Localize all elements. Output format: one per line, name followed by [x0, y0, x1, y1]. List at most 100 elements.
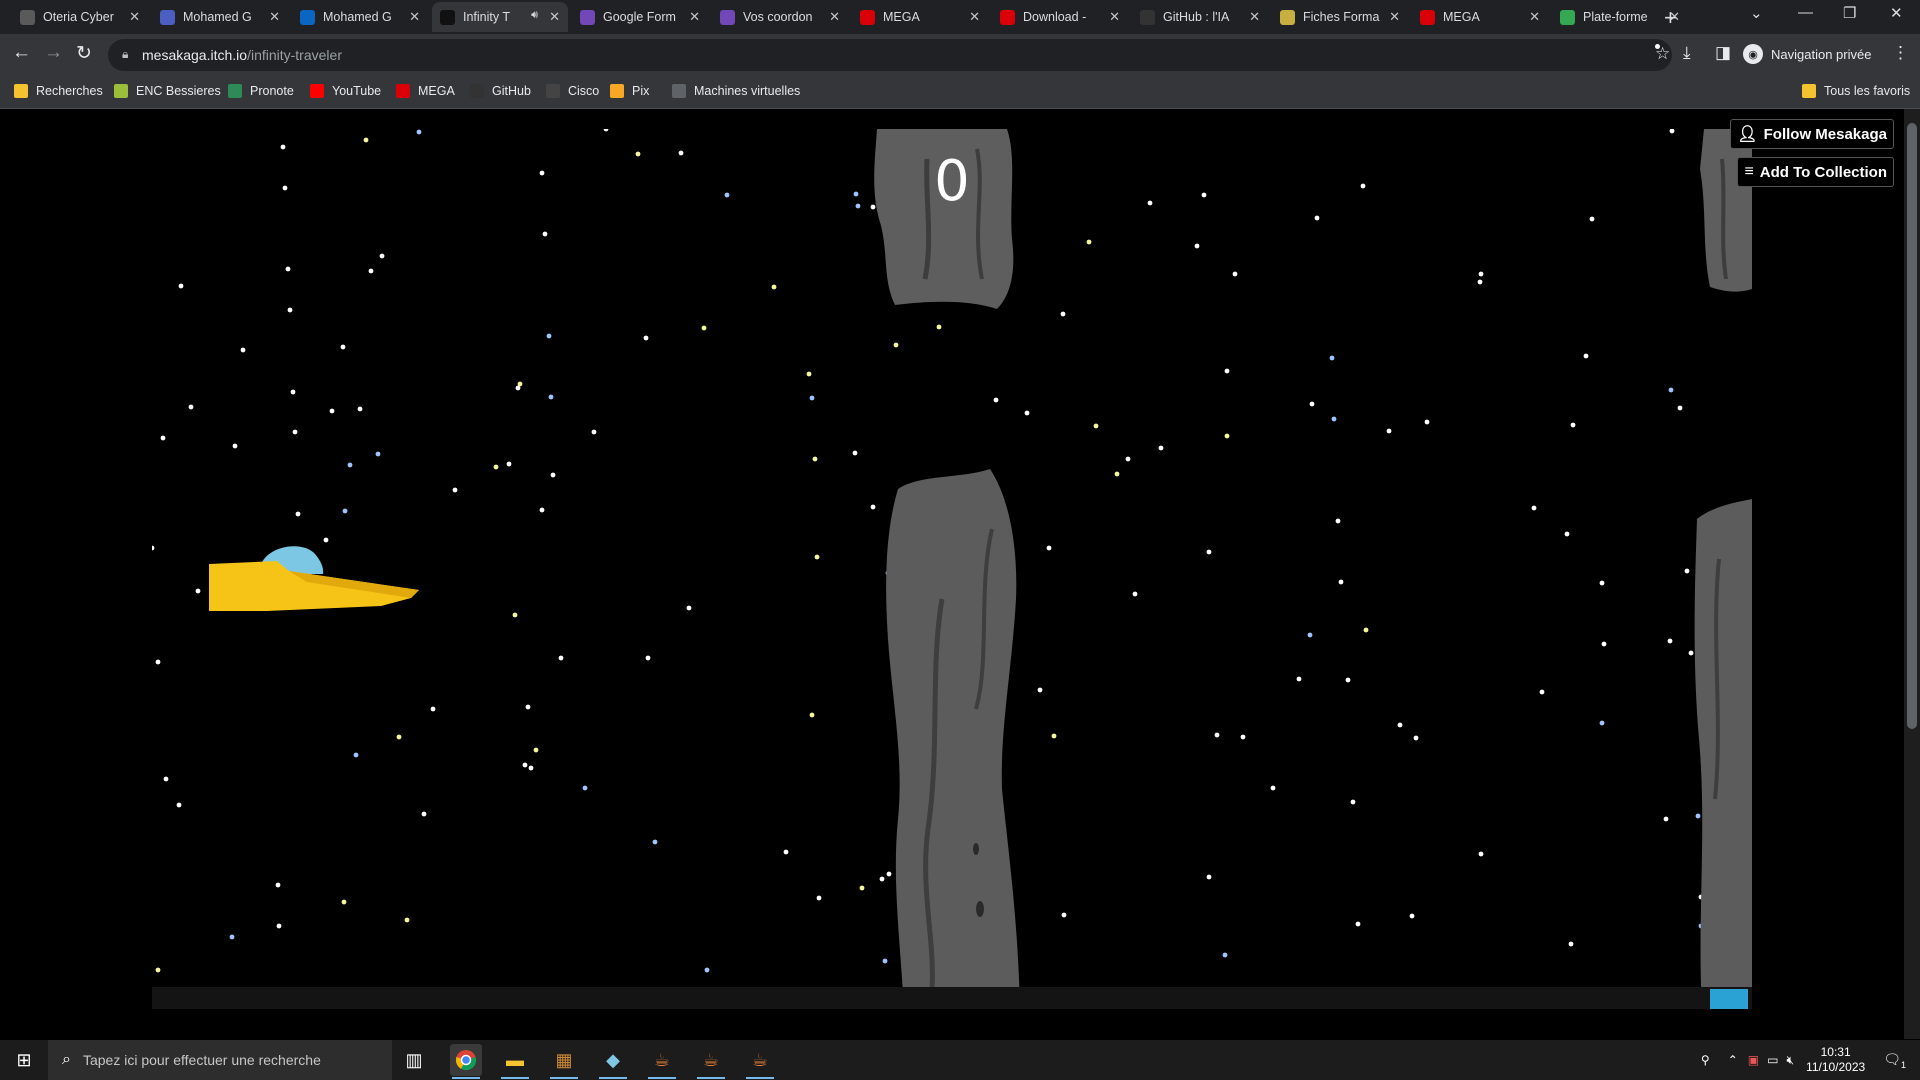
file-explorer-icon[interactable]: ▬: [499, 1044, 531, 1079]
close-tab-icon[interactable]: ✕: [269, 9, 280, 25]
star: [1222, 952, 1228, 958]
star: [542, 231, 548, 237]
chevron-up-icon[interactable]: ⌃: [1728, 1053, 1738, 1067]
address-bar[interactable]: 🔒︎ mesakaga.itch.io/infinity-traveler ☆: [108, 39, 1672, 71]
bookmark-item[interactable]: Recherches: [14, 84, 103, 98]
youtube-icon: [310, 84, 324, 98]
bookmark-item[interactable]: Cisco: [546, 84, 599, 98]
reload-icon[interactable]: ↻: [76, 42, 92, 65]
bookmark-star-icon[interactable]: ☆: [1655, 44, 1670, 63]
star: [1564, 531, 1570, 537]
close-tab-icon[interactable]: ✕: [129, 9, 140, 25]
speaker-icon[interactable]: 🔊︎: [531, 9, 538, 22]
browser-tab[interactable]: GitHub : l'IA ✕: [1132, 2, 1268, 32]
mega-icon: [396, 84, 410, 98]
browser-tab[interactable]: Mohamed G ✕: [292, 2, 428, 32]
browser-tab[interactable]: Oteria Cyber ✕: [12, 2, 148, 32]
bookmark-item[interactable]: MEGA: [396, 84, 455, 98]
java-icon[interactable]: ☕︎: [744, 1044, 776, 1079]
mega-icon: [1420, 9, 1435, 25]
browser-tab[interactable]: MEGA ✕: [852, 2, 988, 32]
tab-title: Download -: [1023, 10, 1087, 24]
close-window-button[interactable]: ✕: [1890, 4, 1903, 22]
forward-icon[interactable]: →: [44, 42, 63, 64]
browser-tab[interactable]: Infinity T ✕ 🔊︎: [432, 2, 568, 32]
close-tab-icon[interactable]: ✕: [549, 9, 560, 25]
bookmark-label: ENC Bessieres: [136, 84, 221, 98]
star: [870, 504, 876, 510]
clock-time: 10:31: [1820, 1045, 1851, 1059]
browser-tab[interactable]: MEGA ✕: [1412, 2, 1548, 32]
star: [452, 487, 458, 493]
bookmark-label: Pix: [632, 84, 650, 98]
star: [993, 397, 999, 403]
java-icon[interactable]: ☕︎: [695, 1044, 727, 1079]
globe-icon: [672, 84, 686, 98]
star: [1314, 215, 1320, 221]
download-icon[interactable]: ⤓: [1683, 43, 1691, 63]
all-bookmarks-label: Tous les favoris: [1824, 84, 1911, 98]
forms-icon: [720, 9, 735, 25]
network-icon[interactable]: ▭: [1767, 1053, 1778, 1067]
star: [353, 752, 359, 758]
star: [1539, 689, 1545, 695]
bookmark-label: Cisco: [568, 84, 600, 98]
bookmark-label: YouTube: [332, 84, 382, 98]
fullscreen-button[interactable]: [1710, 989, 1748, 1009]
bookmark-item[interactable]: Pronote: [228, 84, 294, 98]
page-scrollbar[interactable]: [1904, 109, 1920, 1039]
close-tab-icon[interactable]: ✕: [1109, 9, 1120, 25]
security-icon[interactable]: ▣: [1748, 1053, 1759, 1067]
browser-tab[interactable]: Fiches Forma ✕: [1272, 2, 1408, 32]
taskbar-search-box[interactable]: ⌕ Tapez ici pour effectuer une recherche: [48, 1040, 392, 1080]
side-panel-icon[interactable]: ◨: [1715, 43, 1731, 63]
browser-tab[interactable]: Vos coordon ✕: [712, 2, 848, 32]
incognito-badge[interactable]: ◉ Navigation privée: [1743, 41, 1871, 67]
itch-icon: [440, 9, 455, 25]
game-canvas[interactable]: 0: [152, 129, 1752, 1009]
notepad-icon[interactable]: ◆: [597, 1044, 629, 1079]
notification-icon[interactable]: 🗨︎1: [1883, 1051, 1906, 1070]
new-tab-button[interactable]: +: [1664, 5, 1677, 31]
star: [329, 408, 335, 414]
volume-muted-icon[interactable]: 🔇︎: [1786, 1053, 1794, 1068]
bookmark-item[interactable]: Pix: [610, 84, 649, 98]
close-tab-icon[interactable]: ✕: [1249, 9, 1260, 25]
url-text[interactable]: mesakaga.itch.io/infinity-traveler: [142, 47, 342, 63]
close-tab-icon[interactable]: ✕: [1529, 9, 1540, 25]
follow-button[interactable]: 👤︎ Follow Mesakaga: [1730, 119, 1894, 149]
bookmark-item[interactable]: ENC Bessieres: [114, 84, 221, 98]
close-tab-icon[interactable]: ✕: [689, 9, 700, 25]
bookmark-item[interactable]: Machines virtuelles: [672, 84, 800, 98]
scrollbar-thumb[interactable]: [1907, 123, 1917, 729]
close-tab-icon[interactable]: ✕: [829, 9, 840, 25]
browser-tab[interactable]: Download - ✕: [992, 2, 1128, 32]
bookmark-item[interactable]: YouTube: [310, 84, 381, 98]
star: [1345, 677, 1351, 683]
clock[interactable]: 10:31 11/10/2023: [1806, 1045, 1865, 1075]
close-tab-icon[interactable]: ✕: [1389, 9, 1400, 25]
star: [1240, 734, 1246, 740]
star: [506, 461, 512, 467]
star: [1214, 732, 1220, 738]
restore-button[interactable]: ❐: [1843, 4, 1856, 22]
task-view-icon[interactable]: ▥: [398, 1044, 430, 1076]
star: [493, 464, 499, 470]
back-icon[interactable]: ←: [12, 42, 31, 64]
close-tab-icon[interactable]: ✕: [969, 9, 980, 25]
all-bookmarks-button[interactable]: Tous les favoris: [1802, 84, 1910, 98]
people-icon[interactable]: ⚲: [1701, 1053, 1710, 1067]
star: [525, 704, 531, 710]
close-tab-icon[interactable]: ✕: [409, 9, 420, 25]
tab-search-icon[interactable]: ⌄: [1750, 4, 1763, 22]
bookmark-item[interactable]: GitHub: [470, 84, 531, 98]
browser-tab[interactable]: Mohamed G ✕: [152, 2, 288, 32]
java-icon[interactable]: ☕︎: [646, 1044, 678, 1079]
windows-start-icon[interactable]: ⊞: [0, 1040, 48, 1080]
menu-icon[interactable]: ⋮: [1892, 43, 1909, 63]
minimize-button[interactable]: —: [1798, 4, 1813, 21]
game-app-icon[interactable]: ▦: [548, 1044, 580, 1079]
browser-tab[interactable]: Google Form ✕: [572, 2, 708, 32]
add-to-collection-button[interactable]: ≡ Add To Collection: [1737, 157, 1894, 187]
chrome-icon[interactable]: [450, 1044, 482, 1079]
